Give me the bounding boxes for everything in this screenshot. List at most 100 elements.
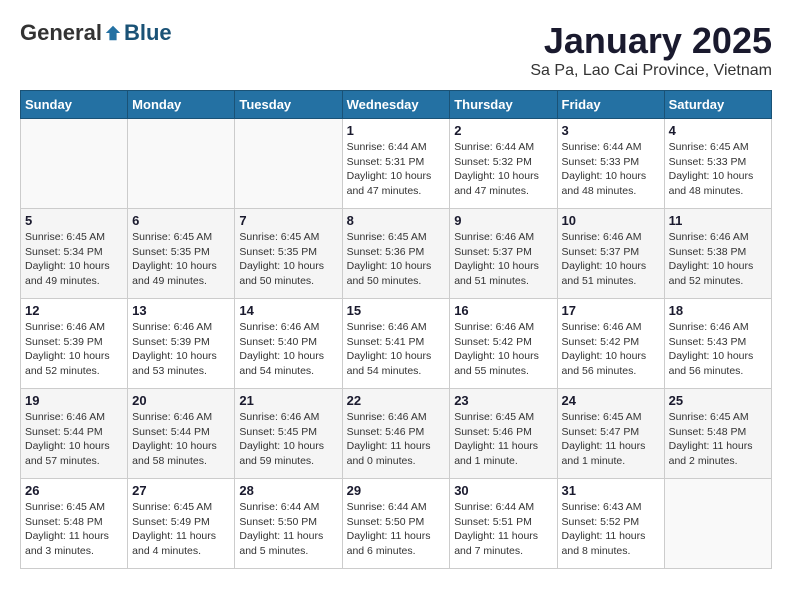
day-info: Sunrise: 6:44 AM Sunset: 5:33 PM Dayligh… [562,140,660,199]
day-number: 14 [239,303,337,318]
day-number: 26 [25,483,123,498]
calendar-cell: 11 Sunrise: 6:46 AM Sunset: 5:38 PM Dayli… [664,209,771,299]
calendar-body: 1Sunrise: 6:44 AM Sunset: 5:31 PM Daylig… [21,119,772,569]
day-number: 9 [454,213,552,228]
day-info: Sunrise: 6:45 AM Sunset: 5:48 PM Dayligh… [669,410,767,469]
day-info: Sunrise: 6:46 AM Sunset: 5:43 PM Dayligh… [669,320,767,379]
calendar-cell: 13 Sunrise: 6:46 AM Sunset: 5:39 PM Dayli… [128,299,235,389]
day-number: 7 [239,213,337,228]
day-info: Sunrise: 6:46 AM Sunset: 5:39 PM Dayligh… [25,320,123,379]
day-info: Sunrise: 6:45 AM Sunset: 5:36 PM Dayligh… [347,230,446,289]
day-number: 24 [562,393,660,408]
day-number: 21 [239,393,337,408]
day-number: 15 [347,303,446,318]
day-number: 11 [669,213,767,228]
calendar-cell: 15 Sunrise: 6:46 AM Sunset: 5:41 PM Dayli… [342,299,450,389]
day-info: Sunrise: 6:45 AM Sunset: 5:46 PM Dayligh… [454,410,552,469]
title-block: January 2025 Sa Pa, Lao Cai Province, Vi… [530,20,772,80]
calendar-cell: 27 Sunrise: 6:45 AM Sunset: 5:49 PM Dayli… [128,479,235,569]
calendar-header: SundayMondayTuesdayWednesdayThursdayFrid… [21,91,772,119]
day-info: Sunrise: 6:46 AM Sunset: 5:37 PM Dayligh… [454,230,552,289]
weekday-header-sunday: Sunday [21,91,128,119]
day-number: 27 [132,483,230,498]
calendar-cell: 6 Sunrise: 6:45 AM Sunset: 5:35 PM Daylig… [128,209,235,299]
calendar-cell: 22Sunrise: 6:46 AM Sunset: 5:46 PM Dayli… [342,389,450,479]
calendar-cell [664,479,771,569]
calendar-cell: 19 Sunrise: 6:46 AM Sunset: 5:44 PM Dayli… [21,389,128,479]
day-number: 20 [132,393,230,408]
calendar-week-row: 12 Sunrise: 6:46 AM Sunset: 5:39 PM Dayli… [21,299,772,389]
day-number: 8 [347,213,446,228]
day-info: Sunrise: 6:46 AM Sunset: 5:41 PM Dayligh… [347,320,446,379]
day-number: 12 [25,303,123,318]
calendar-cell: 8 Sunrise: 6:45 AM Sunset: 5:36 PM Daylig… [342,209,450,299]
day-number: 17 [562,303,660,318]
calendar-cell: 23 Sunrise: 6:45 AM Sunset: 5:46 PM Dayli… [450,389,557,479]
logo-icon [104,24,122,42]
calendar-cell [21,119,128,209]
month-title: January 2025 [530,20,772,62]
day-number: 25 [669,393,767,408]
calendar-cell: 25 Sunrise: 6:45 AM Sunset: 5:48 PM Dayli… [664,389,771,479]
calendar-cell: 5 Sunrise: 6:45 AM Sunset: 5:34 PM Daylig… [21,209,128,299]
day-info: Sunrise: 6:46 AM Sunset: 5:46 PM Dayligh… [347,410,446,469]
logo: General Blue [20,20,172,46]
day-number: 18 [669,303,767,318]
day-number: 5 [25,213,123,228]
weekday-header-friday: Friday [557,91,664,119]
weekday-header-tuesday: Tuesday [235,91,342,119]
day-number: 10 [562,213,660,228]
calendar-table: SundayMondayTuesdayWednesdayThursdayFrid… [20,90,772,569]
calendar-cell: 3Sunrise: 6:44 AM Sunset: 5:33 PM Daylig… [557,119,664,209]
day-info: Sunrise: 6:46 AM Sunset: 5:42 PM Dayligh… [562,320,660,379]
calendar-week-row: 5 Sunrise: 6:45 AM Sunset: 5:34 PM Daylig… [21,209,772,299]
calendar-cell: 18 Sunrise: 6:46 AM Sunset: 5:43 PM Dayli… [664,299,771,389]
calendar-cell: 1Sunrise: 6:44 AM Sunset: 5:31 PM Daylig… [342,119,450,209]
day-info: Sunrise: 6:46 AM Sunset: 5:40 PM Dayligh… [239,320,337,379]
day-info: Sunrise: 6:45 AM Sunset: 5:35 PM Dayligh… [132,230,230,289]
calendar-cell: 20Sunrise: 6:46 AM Sunset: 5:44 PM Dayli… [128,389,235,479]
calendar-cell: 29Sunrise: 6:44 AM Sunset: 5:50 PM Dayli… [342,479,450,569]
calendar-cell: 30Sunrise: 6:44 AM Sunset: 5:51 PM Dayli… [450,479,557,569]
day-info: Sunrise: 6:44 AM Sunset: 5:50 PM Dayligh… [347,500,446,559]
day-number: 13 [132,303,230,318]
day-info: Sunrise: 6:45 AM Sunset: 5:48 PM Dayligh… [25,500,123,559]
day-info: Sunrise: 6:45 AM Sunset: 5:35 PM Dayligh… [239,230,337,289]
calendar-cell: 16Sunrise: 6:46 AM Sunset: 5:42 PM Dayli… [450,299,557,389]
day-number: 23 [454,393,552,408]
calendar-cell: 31 Sunrise: 6:43 AM Sunset: 5:52 PM Dayli… [557,479,664,569]
day-info: Sunrise: 6:45 AM Sunset: 5:49 PM Dayligh… [132,500,230,559]
calendar-week-row: 26 Sunrise: 6:45 AM Sunset: 5:48 PM Dayli… [21,479,772,569]
calendar-cell [235,119,342,209]
day-info: Sunrise: 6:44 AM Sunset: 5:50 PM Dayligh… [239,500,337,559]
weekday-header-saturday: Saturday [664,91,771,119]
day-number: 16 [454,303,552,318]
day-info: Sunrise: 6:46 AM Sunset: 5:37 PM Dayligh… [562,230,660,289]
calendar-cell: 17 Sunrise: 6:46 AM Sunset: 5:42 PM Dayli… [557,299,664,389]
calendar-cell: 10 Sunrise: 6:46 AM Sunset: 5:37 PM Dayli… [557,209,664,299]
day-info: Sunrise: 6:43 AM Sunset: 5:52 PM Dayligh… [562,500,660,559]
day-number: 31 [562,483,660,498]
day-info: Sunrise: 6:46 AM Sunset: 5:39 PM Dayligh… [132,320,230,379]
logo-blue-text: Blue [124,20,172,46]
weekday-header-thursday: Thursday [450,91,557,119]
day-info: Sunrise: 6:45 AM Sunset: 5:47 PM Dayligh… [562,410,660,469]
day-number: 4 [669,123,767,138]
calendar-cell [128,119,235,209]
calendar-cell: 9 Sunrise: 6:46 AM Sunset: 5:37 PM Daylig… [450,209,557,299]
day-info: Sunrise: 6:46 AM Sunset: 5:45 PM Dayligh… [239,410,337,469]
day-info: Sunrise: 6:44 AM Sunset: 5:31 PM Dayligh… [347,140,446,199]
calendar-cell: 4Sunrise: 6:45 AM Sunset: 5:33 PM Daylig… [664,119,771,209]
calendar-cell: 14 Sunrise: 6:46 AM Sunset: 5:40 PM Dayli… [235,299,342,389]
weekday-header-wednesday: Wednesday [342,91,450,119]
day-number: 28 [239,483,337,498]
day-number: 6 [132,213,230,228]
day-info: Sunrise: 6:46 AM Sunset: 5:44 PM Dayligh… [25,410,123,469]
calendar-cell: 2Sunrise: 6:44 AM Sunset: 5:32 PM Daylig… [450,119,557,209]
calendar-cell: 21 Sunrise: 6:46 AM Sunset: 5:45 PM Dayli… [235,389,342,479]
day-info: Sunrise: 6:45 AM Sunset: 5:34 PM Dayligh… [25,230,123,289]
calendar-week-row: 19 Sunrise: 6:46 AM Sunset: 5:44 PM Dayli… [21,389,772,479]
day-number: 19 [25,393,123,408]
day-info: Sunrise: 6:44 AM Sunset: 5:51 PM Dayligh… [454,500,552,559]
day-info: Sunrise: 6:46 AM Sunset: 5:38 PM Dayligh… [669,230,767,289]
